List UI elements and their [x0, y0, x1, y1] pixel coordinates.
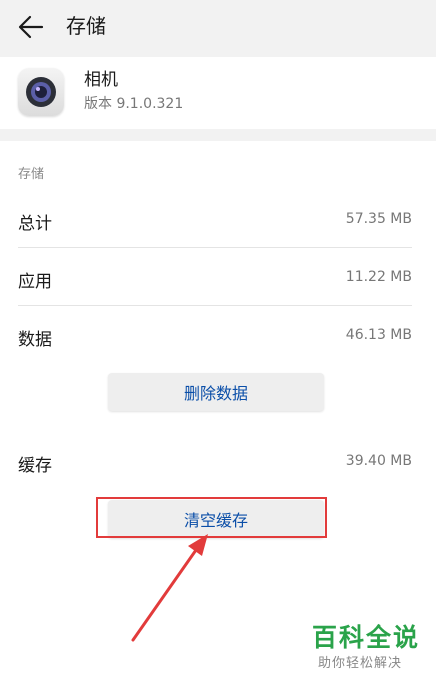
camera-app-icon	[18, 68, 64, 116]
watermark-title: 百科全说	[312, 623, 421, 652]
data-size-row: 数据 46.13 MB	[0, 307, 436, 364]
row-label: 数据	[18, 330, 52, 350]
cache-row: 缓存 39.40 MB	[0, 433, 436, 490]
section-label: 存储	[18, 167, 45, 182]
divider	[18, 247, 412, 248]
storage-panel: 存储 总计 57.35 MB 应用 11.22 MB 数据 46.13 MB 删…	[0, 141, 436, 681]
watermark-subtitle: 助你轻松解决	[318, 656, 403, 671]
row-label: 总计	[18, 214, 52, 234]
back-arrow-icon[interactable]	[16, 12, 46, 42]
row-label: 缓存	[18, 456, 52, 476]
delete-data-button[interactable]: 删除数据	[108, 373, 324, 411]
row-value: 11.22 MB	[345, 269, 412, 285]
top-bar: 存储	[0, 0, 436, 52]
app-info-card: 相机 版本 9.1.0.321	[0, 57, 436, 129]
page-title: 存储	[66, 14, 106, 38]
row-value: 39.40 MB	[345, 453, 412, 469]
total-row: 总计 57.35 MB	[0, 191, 436, 248]
app-version: 版本 9.1.0.321	[84, 96, 184, 112]
app-size-row: 应用 11.22 MB	[0, 249, 436, 306]
row-value: 46.13 MB	[345, 327, 412, 343]
row-label: 应用	[18, 272, 52, 292]
app-name: 相机	[84, 70, 118, 90]
pointer-arrow-icon	[131, 534, 208, 642]
row-value: 57.35 MB	[345, 211, 412, 227]
divider	[18, 305, 412, 306]
